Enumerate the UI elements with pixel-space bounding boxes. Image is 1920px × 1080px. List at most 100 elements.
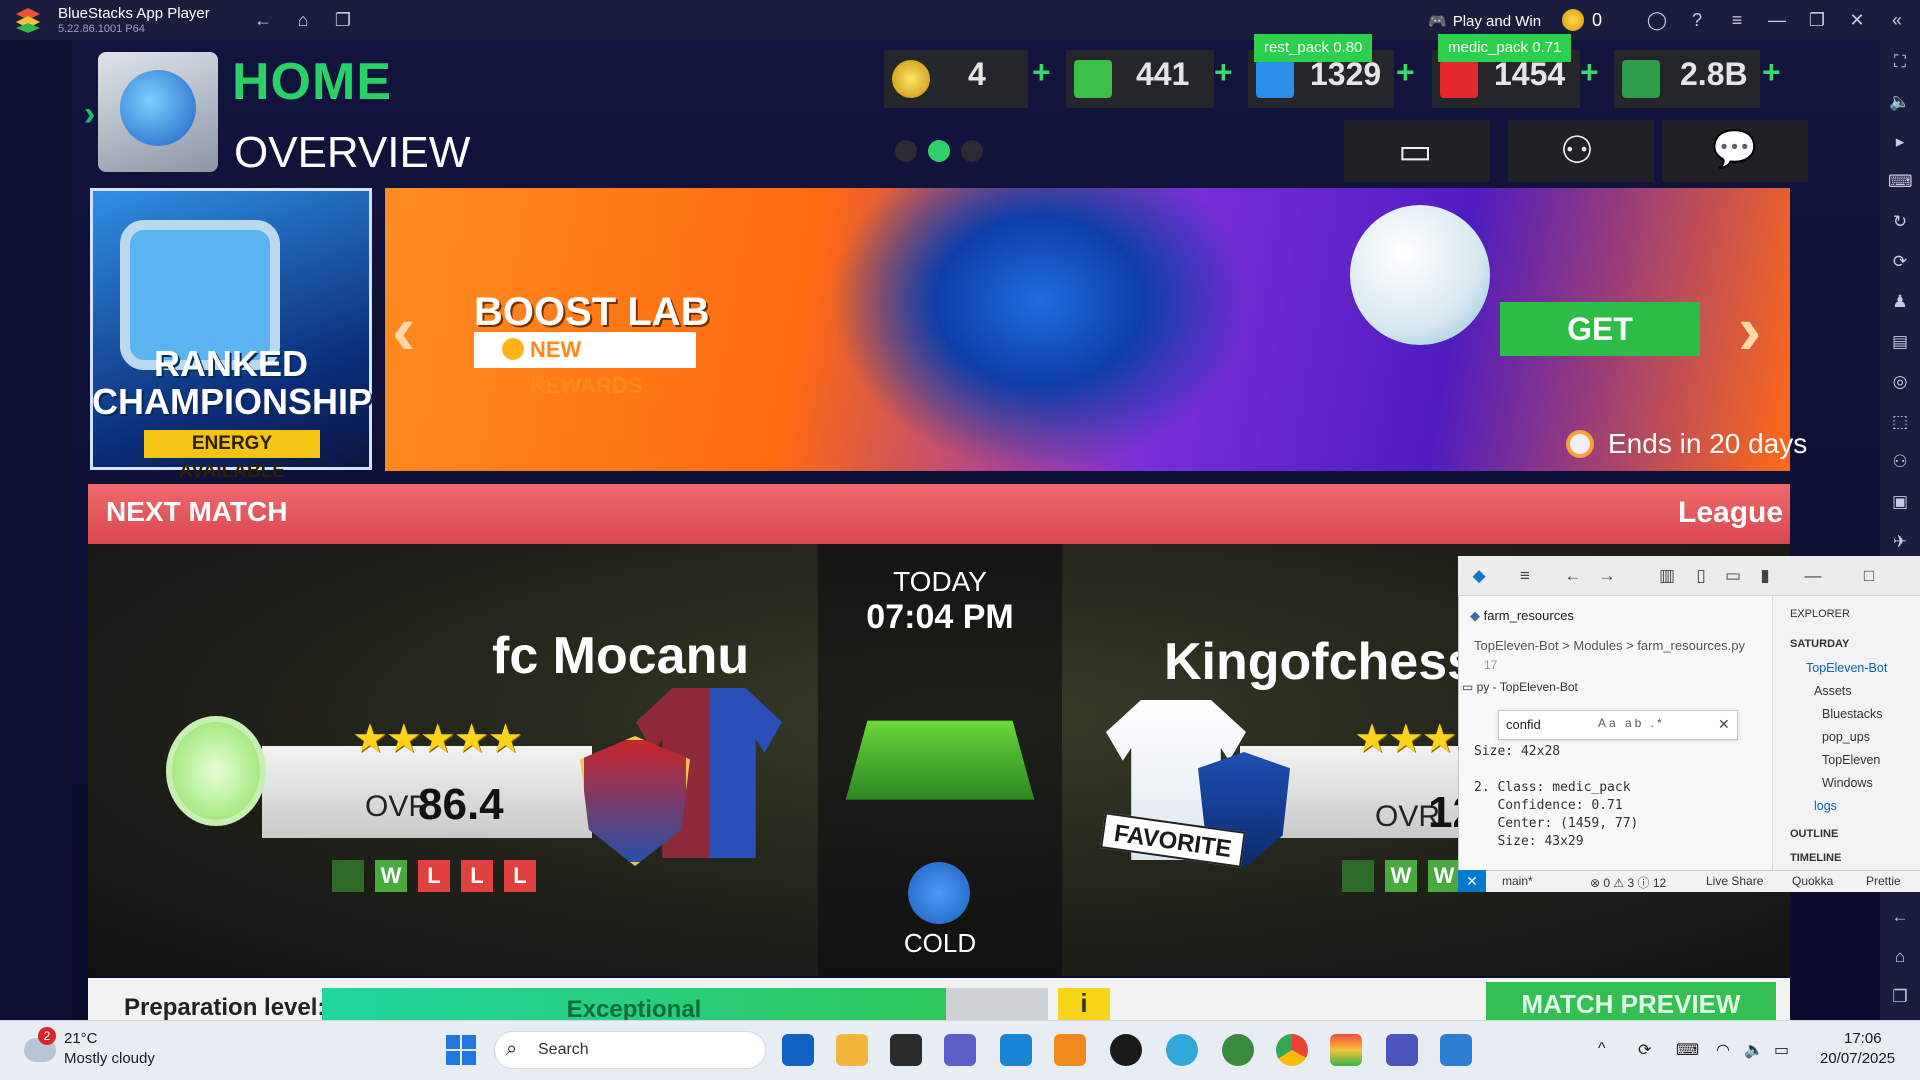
layout-icon[interactable]: ▥ [1656, 565, 1678, 587]
folder-item-logs[interactable]: logs [1814, 799, 1837, 813]
quokka-button[interactable]: Quokka [1792, 874, 1833, 888]
multiplayer-icon[interactable]: ⚇ [1888, 450, 1912, 474]
carousel-dot[interactable] [961, 140, 983, 162]
apk-icon[interactable]: ▤ [1888, 330, 1912, 354]
find-options[interactable]: Aa ab .* [1598, 716, 1665, 730]
find-close-icon[interactable]: ✕ [1718, 716, 1730, 733]
keyboard-icon[interactable]: ⌨ [1888, 170, 1913, 194]
outline-section[interactable]: OUTLINE [1790, 828, 1838, 840]
get-button[interactable]: GET [1500, 302, 1700, 356]
toggle-sidebar-icon[interactable]: ▯ [1690, 565, 1712, 587]
coin-balance[interactable]: 0 [1562, 9, 1602, 31]
find-input[interactable]: confid [1506, 717, 1541, 732]
add-tokens-button[interactable]: + [1032, 54, 1051, 91]
vscode-forward-icon[interactable]: → [1596, 565, 1618, 587]
preparation-info-button[interactable]: i [1058, 988, 1110, 1020]
folder-item-assets[interactable]: Assets [1814, 684, 1852, 698]
edge-icon[interactable] [1166, 1034, 1198, 1066]
folder-item-bluestacks[interactable]: Bluestacks [1822, 707, 1882, 721]
keyboard-layout-icon[interactable]: ⌨ [1676, 1040, 1699, 1060]
problems-count[interactable]: ⊗ 0 ⚠ 3 ⓘ 12 [1590, 874, 1666, 891]
vscode-minimize-icon[interactable]: — [1802, 565, 1824, 587]
home-icon[interactable]: ⌂ [292, 9, 314, 31]
folder-item-pop-ups[interactable]: pop_ups [1822, 730, 1870, 744]
home-left-chevron-icon[interactable]: › [84, 95, 95, 134]
weather-temperature[interactable]: 21°C [64, 1030, 98, 1047]
vscode-back-icon[interactable]: ← [1562, 565, 1584, 587]
help-icon[interactable]: ? [1686, 9, 1708, 31]
back-icon[interactable]: ← [252, 9, 274, 31]
close-icon[interactable]: ✕ [1846, 9, 1868, 31]
tray-chevron-icon[interactable]: ^ [1598, 1040, 1606, 1058]
rotate-icon[interactable]: ⟳ [1888, 250, 1912, 274]
vscode-maximize-icon[interactable]: □ [1858, 565, 1880, 587]
menu-icon[interactable]: ≡ [1726, 9, 1748, 31]
resize-icon[interactable]: ⬚ [1888, 410, 1912, 434]
folder-item-windows[interactable]: Windows [1822, 776, 1873, 790]
editor-tab[interactable]: ◆ farm_resources [1470, 608, 1574, 624]
token-icon [892, 60, 930, 98]
next-match-header[interactable] [88, 484, 1790, 544]
wifi-icon[interactable]: ◠ [1716, 1040, 1730, 1060]
account-icon[interactable]: ◯ [1646, 9, 1668, 31]
collapse-sidebar-icon[interactable]: « [1886, 9, 1908, 31]
fullscreen-icon[interactable]: ⛶ [1888, 50, 1912, 74]
volume-icon[interactable]: 🔈 [1888, 90, 1912, 114]
folder-item-topeleven[interactable]: TopEleven [1822, 753, 1880, 767]
bluestacks-taskbar-icon[interactable] [1330, 1034, 1362, 1066]
game-controls-icon[interactable]: ♟ [1888, 290, 1912, 314]
timeline-section[interactable]: TIMELINE [1790, 852, 1841, 864]
sidebar-home-icon[interactable]: ⌂ [1888, 945, 1912, 969]
media-folder-icon[interactable]: ▣ [1888, 490, 1912, 514]
remote-indicator-icon[interactable]: ✕ [1458, 870, 1486, 892]
live-share-button[interactable]: Live Share [1706, 874, 1763, 888]
teams-icon[interactable] [944, 1034, 976, 1066]
battery-icon[interactable]: ▭ [1774, 1040, 1789, 1060]
add-money-button[interactable]: + [1762, 54, 1781, 91]
banner-prev-arrow-icon[interactable]: ‹ [392, 290, 415, 370]
macro-icon[interactable]: ↻ [1888, 210, 1912, 234]
multi-instance-icon[interactable]: ❐ [332, 9, 354, 31]
git-branch[interactable]: main* [1502, 874, 1533, 888]
carousel-dot-active[interactable] [928, 140, 950, 162]
notepad-icon[interactable] [1440, 1034, 1472, 1066]
match-preview-button[interactable]: MATCH PREVIEW [1486, 982, 1776, 1020]
start-button[interactable] [446, 1035, 476, 1065]
taskbar-search[interactable] [494, 1031, 766, 1069]
add-cash-button[interactable]: + [1214, 54, 1233, 91]
sync-icon[interactable]: ⟳ [1638, 1040, 1651, 1060]
carousel-dot[interactable] [895, 140, 917, 162]
sidebar-recent-icon[interactable]: ❐ [1888, 985, 1912, 1009]
file-explorer-icon[interactable] [836, 1034, 868, 1066]
outlook-icon[interactable] [782, 1034, 814, 1066]
prettier-button[interactable]: Prettie [1866, 874, 1901, 888]
minimize-icon[interactable]: — [1766, 9, 1788, 31]
clock-time[interactable]: 17:06 [1844, 1030, 1882, 1047]
banner-next-arrow-icon[interactable]: › [1738, 290, 1761, 370]
sidebar-back-icon[interactable]: ← [1888, 905, 1912, 929]
teams-work-icon[interactable] [1386, 1034, 1418, 1066]
vscode-menu-icon[interactable]: ≡ [1514, 565, 1536, 587]
vscode-taskbar-icon[interactable] [1000, 1034, 1032, 1066]
clock-date[interactable]: 20/07/2025 [1820, 1050, 1895, 1067]
breadcrumb[interactable]: TopEleven-Bot > Modules > farm_resources… [1474, 638, 1745, 653]
airplane-icon[interactable]: ✈ [1888, 530, 1912, 554]
vlc-icon[interactable] [1054, 1034, 1086, 1066]
toggle-panel-icon[interactable]: ▭ [1722, 565, 1744, 587]
toggle-secondary-sidebar-icon[interactable]: ▮ [1754, 565, 1776, 587]
explorer-root-folder[interactable]: TopEleven-Bot [1806, 661, 1887, 675]
restore-icon[interactable]: ❐ [1806, 9, 1828, 31]
screenshot-icon[interactable]: ◎ [1888, 370, 1912, 394]
game-app-icon[interactable] [1222, 1034, 1254, 1066]
play-and-win-button[interactable]: 🎮 Play and Win [1428, 9, 1541, 33]
chrome-icon[interactable] [1276, 1034, 1308, 1066]
terminal-app-icon[interactable] [890, 1034, 922, 1066]
screen-record-icon[interactable]: ▸ [1888, 130, 1912, 154]
home-team-name[interactable]: fc Mocanu [492, 626, 749, 686]
media-player-icon[interactable] [1110, 1034, 1142, 1066]
volume-tray-icon[interactable]: 🔈 [1744, 1040, 1764, 1060]
add-energy-button[interactable]: + [1396, 54, 1415, 91]
explorer-section[interactable]: SATURDAY [1790, 638, 1849, 650]
add-medic-button[interactable]: + [1580, 54, 1599, 91]
weather-description[interactable]: Mostly cloudy [64, 1050, 155, 1067]
